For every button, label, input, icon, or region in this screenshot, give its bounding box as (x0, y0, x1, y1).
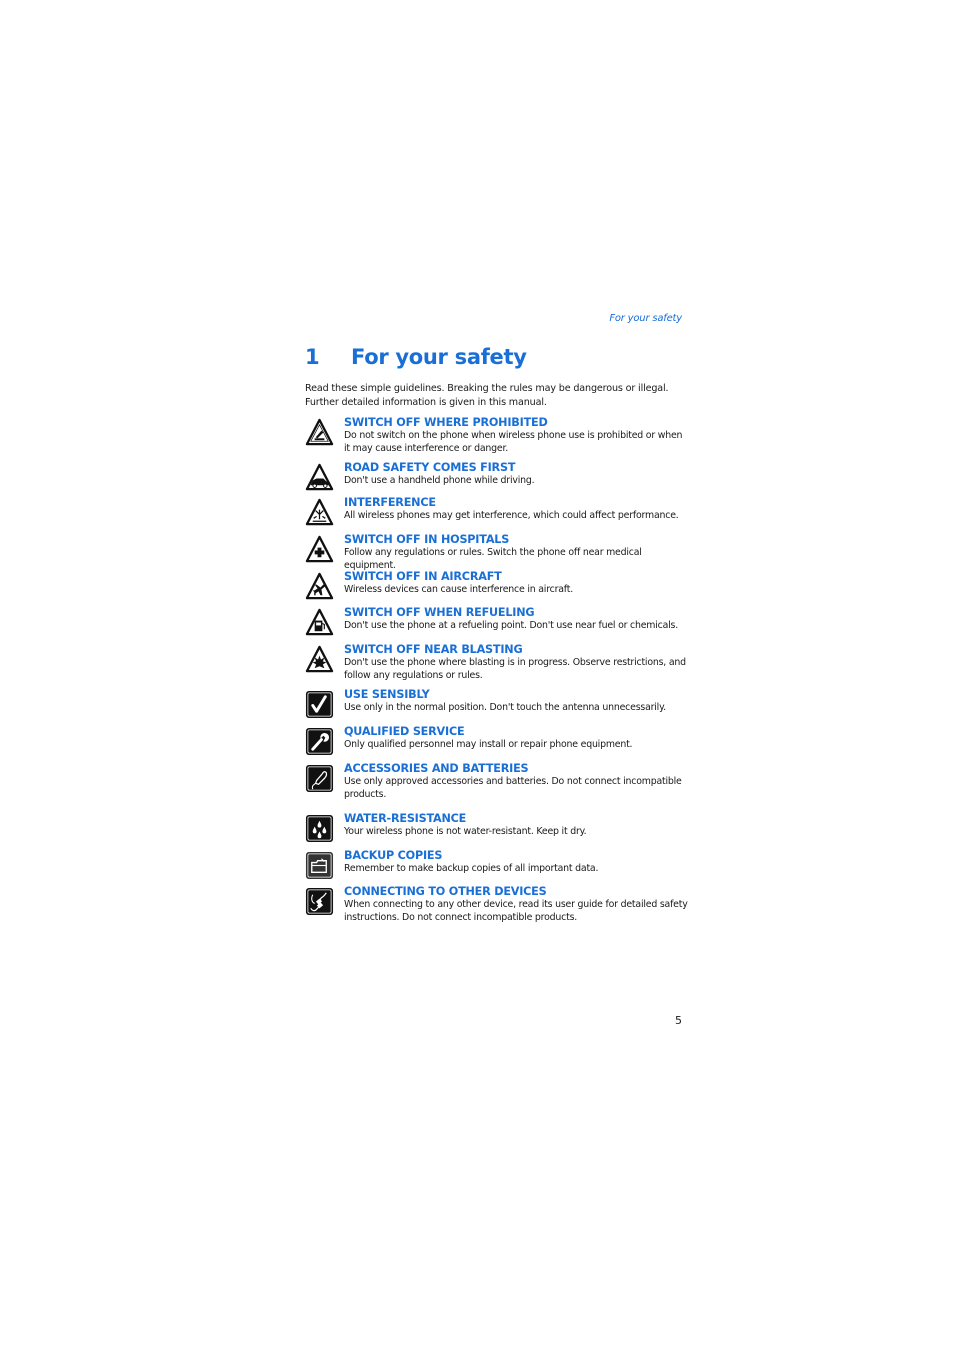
chapter-number: 1 (305, 345, 320, 369)
item-description: All wireless phones may get interference… (344, 510, 679, 521)
item-heading: ACCESSORIES AND BATTERIES (344, 762, 529, 775)
running-header: For your safety (609, 313, 682, 324)
fuel-pump-warning-icon (305, 608, 334, 636)
item-description: Only qualified personnel may install or … (344, 739, 633, 750)
hospital-cross-warning-icon (305, 535, 334, 563)
page-number: 5 (675, 1014, 682, 1027)
item-description: Don't use a handheld phone while driving… (344, 475, 535, 486)
chapter-title-text: For your safety (351, 345, 527, 369)
car-warning-icon (305, 463, 334, 491)
item-description: Use only approved accessories and batter… (344, 776, 682, 800)
item-description: Don't use the phone where blasting is in… (344, 657, 686, 681)
item-heading: SWITCH OFF NEAR BLASTING (344, 643, 523, 656)
item-heading: ROAD SAFETY COMES FIRST (344, 461, 516, 474)
item-heading: WATER-RESISTANCE (344, 812, 467, 825)
item-heading: SWITCH OFF WHERE PROHIBITED (344, 416, 548, 429)
item-description: Use only in the normal position. Don't t… (344, 702, 666, 713)
item-heading: SWITCH OFF WHEN REFUELING (344, 606, 535, 619)
intro-paragraph: Read these simple guidelines. Breaking t… (305, 383, 669, 408)
item-description: Do not switch on the phone when wireless… (344, 430, 683, 454)
accessory-plug-icon (305, 764, 334, 793)
item-heading: BACKUP COPIES (344, 849, 443, 862)
item-description: Remember to make backup copies of all im… (344, 863, 599, 874)
item-heading: CONNECTING TO OTHER DEVICES (344, 885, 547, 898)
item-heading: SWITCH OFF IN HOSPITALS (344, 533, 510, 546)
item-description: Wireless devices can cause interference … (344, 584, 573, 595)
connector-cables-icon (305, 887, 334, 916)
aircraft-warning-icon (305, 572, 334, 600)
item-description: Follow any regulations or rules. Switch … (344, 547, 642, 571)
chapter-title: 1 For your safety (305, 345, 527, 369)
item-heading: SWITCH OFF IN AIRCRAFT (344, 570, 502, 583)
item-description: When connecting to any other device, rea… (344, 899, 688, 923)
item-description: Don't use the phone at a refueling point… (344, 620, 679, 631)
no-phone-warning-icon (305, 418, 334, 446)
item-heading: INTERFERENCE (344, 496, 436, 509)
item-heading: QUALIFIED SERVICE (344, 725, 465, 738)
item-description: Your wireless phone is not water-resista… (344, 826, 587, 837)
checkmark-icon (305, 690, 334, 719)
interference-warning-icon (305, 498, 334, 526)
item-heading: USE SENSIBLY (344, 688, 430, 701)
wrench-icon (305, 727, 334, 756)
blasting-warning-icon (305, 645, 334, 673)
backup-folder-icon (305, 851, 334, 880)
water-drops-icon (305, 814, 334, 843)
